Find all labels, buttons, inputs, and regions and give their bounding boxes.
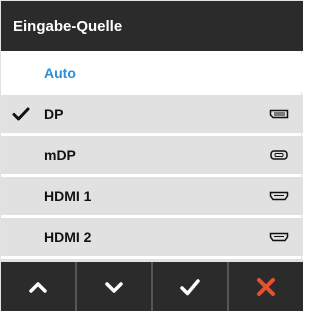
- hdmi-icon: [269, 232, 289, 242]
- chevron-up-icon: [29, 282, 47, 293]
- list-item-label: HDMI 2: [44, 229, 92, 245]
- list-item-dp[interactable]: DP: [1, 95, 303, 133]
- list-item-auto[interactable]: Auto: [1, 54, 303, 92]
- confirm-button[interactable]: [153, 262, 229, 311]
- list-item-label: DP: [44, 106, 64, 122]
- close-icon: [257, 278, 275, 296]
- button-bar: [1, 262, 303, 311]
- list-item-label: mDP: [44, 147, 76, 163]
- list-item-label: Auto: [44, 65, 76, 81]
- close-button[interactable]: [229, 262, 303, 311]
- menu-title: Eingabe-Quelle: [13, 17, 123, 35]
- list-item-label: HDMI 1: [44, 188, 92, 204]
- list-item-hdmi-1[interactable]: HDMI 1: [1, 177, 303, 215]
- list-item-mdp[interactable]: mDP: [1, 136, 303, 174]
- chevron-down-icon: [105, 282, 123, 293]
- hdmi-icon: [269, 191, 289, 201]
- menu-header: Eingabe-Quelle: [1, 1, 303, 51]
- osd-menu: Eingabe-Quelle Auto DP mDP HDMI 1 HDMI 2: [0, 0, 303, 311]
- mini-displayport-icon: [270, 150, 288, 160]
- up-button[interactable]: [1, 262, 77, 311]
- displayport-icon: [269, 109, 289, 119]
- down-button[interactable]: [77, 262, 153, 311]
- checkmark-icon: [180, 279, 200, 296]
- list-item-hdmi-2[interactable]: HDMI 2: [1, 218, 303, 256]
- checkmark-icon: [12, 107, 30, 121]
